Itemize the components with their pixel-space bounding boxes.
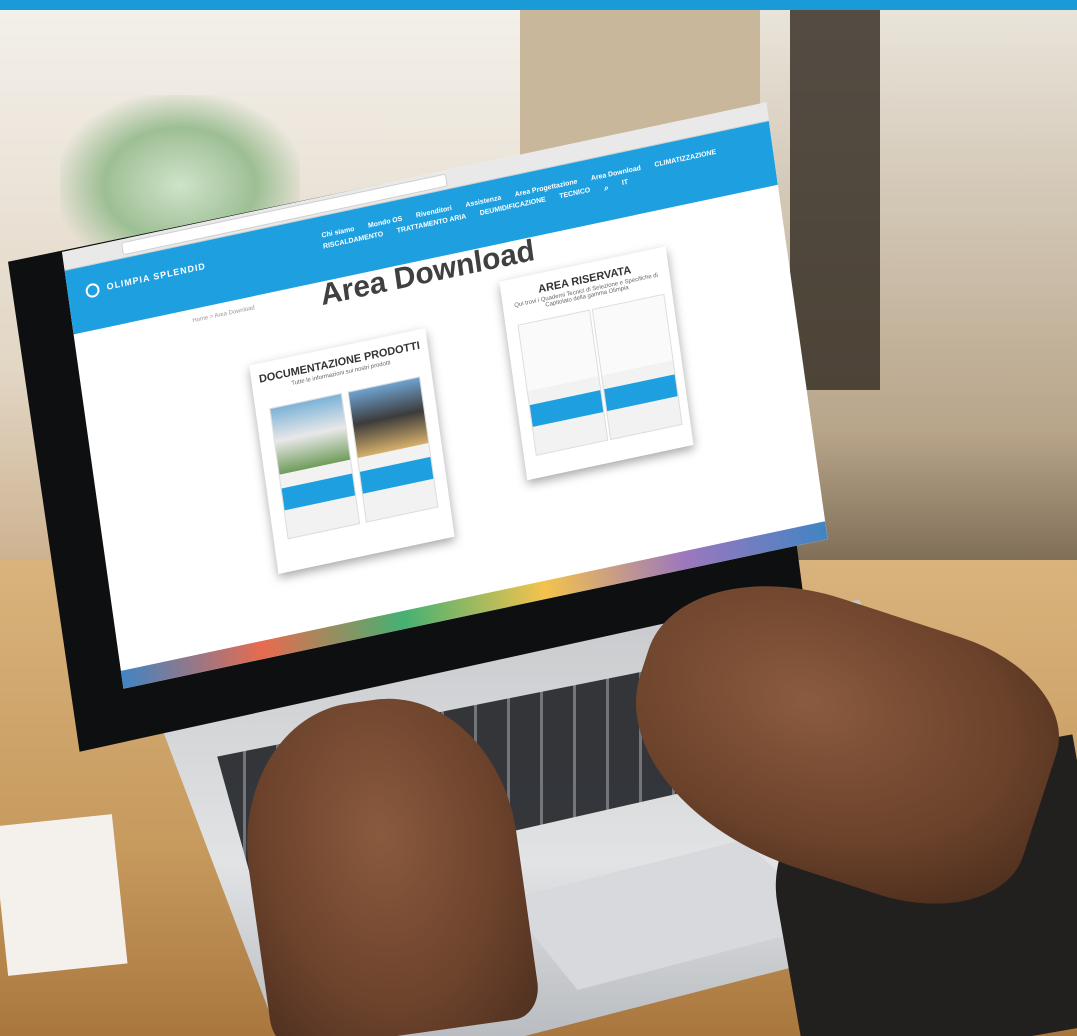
manual-band: [529, 390, 604, 427]
card-documentazione-prodotti[interactable]: DOCUMENTAZIONE PRODOTTI Tutte le informa…: [249, 328, 455, 575]
manual-photo: [592, 294, 673, 376]
logo-text: OLIMPIA SPLENDID: [106, 260, 207, 292]
site-logo[interactable]: OLIMPIA SPLENDID: [84, 259, 207, 299]
manual-photo: [518, 310, 599, 392]
nav-item-tecnico[interactable]: TECNICO: [559, 187, 591, 203]
brochure-thumbnail: [347, 376, 439, 523]
nav-item-climatizzazione[interactable]: CLIMATIZZAZIONE: [654, 149, 716, 169]
photo-scene: OLIMPIA SPLENDID Chi siamo Mondo OS Rive…: [0, 0, 1077, 1036]
card-area-riservata[interactable]: AREA RISERVATA Qui trovi i Quaderni Tecn…: [499, 246, 694, 481]
language-selector[interactable]: IT: [622, 179, 629, 190]
brochure-photo: [270, 394, 351, 475]
logo-mark-icon: [84, 282, 101, 299]
nav-item-area-download[interactable]: Area Download: [591, 165, 642, 183]
paper-sheet: [0, 814, 128, 976]
brochure-thumbnail: [269, 392, 361, 540]
manual-band: [604, 374, 678, 412]
brochure-photo: [348, 377, 429, 458]
brochure-band: [281, 473, 356, 511]
window-frame: [790, 10, 880, 390]
top-blue-band: [0, 0, 1077, 10]
search-icon[interactable]: ⌕: [603, 183, 609, 194]
brochure-band: [359, 456, 434, 494]
nav-item-trattamento-aria[interactable]: TRATTAMENTO ARIA: [396, 213, 467, 238]
manual-thumbnail: [591, 293, 683, 441]
